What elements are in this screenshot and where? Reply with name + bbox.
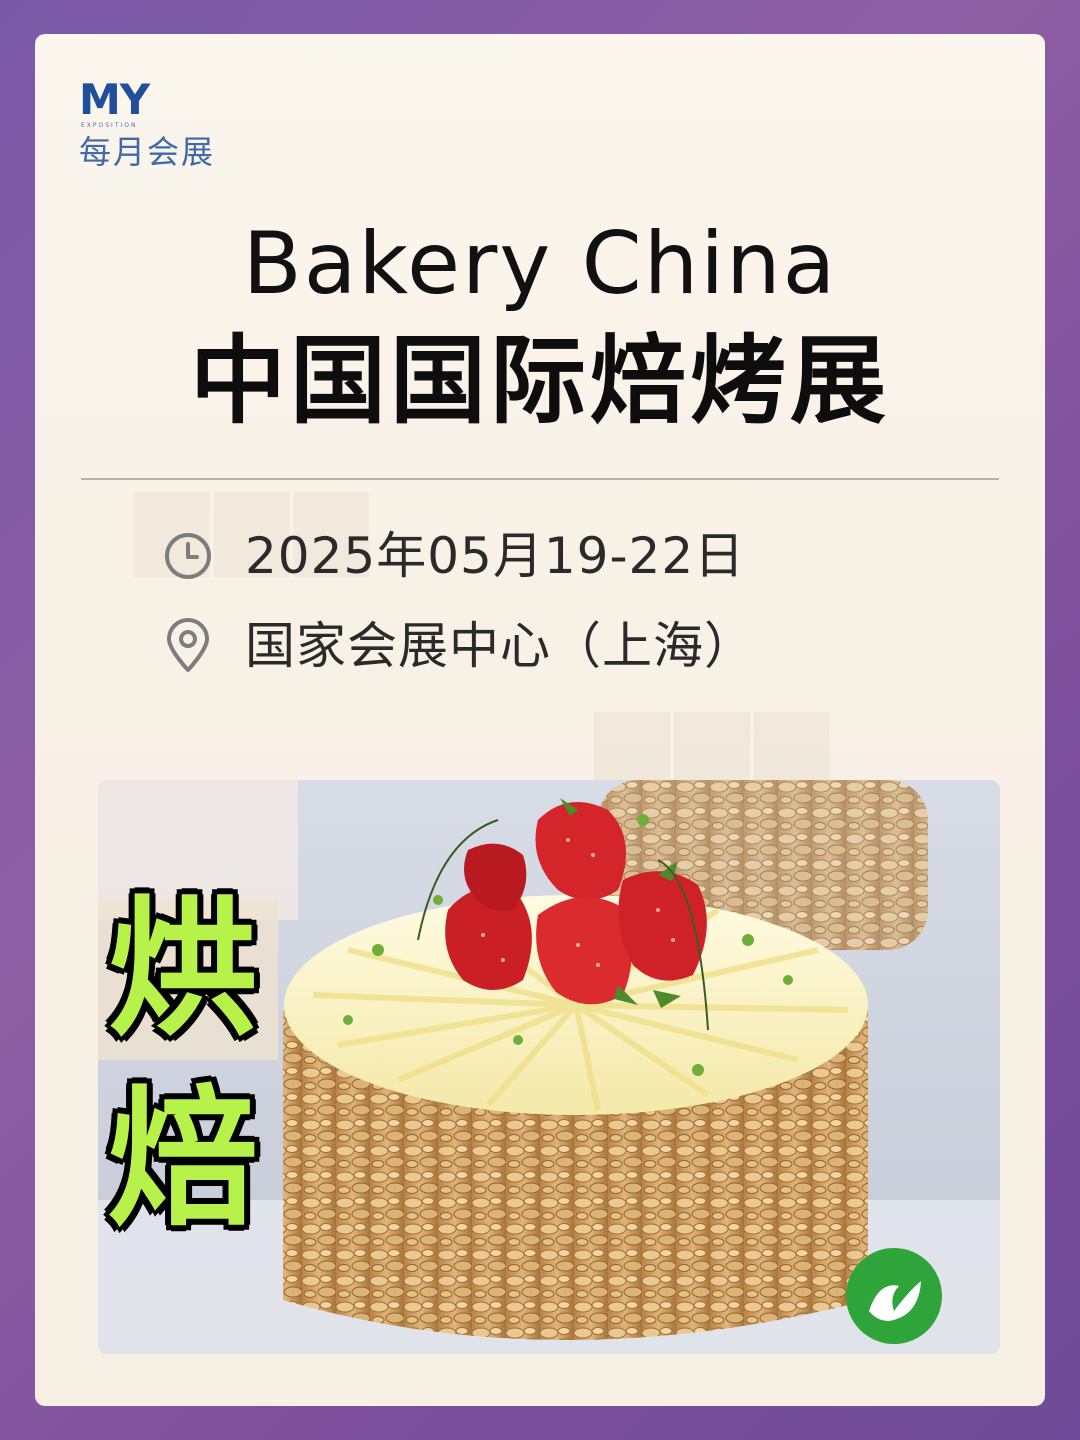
logo-mark: MY [79, 75, 150, 124]
event-date: 2025年05月19-22日 [245, 527, 746, 585]
overlay-char-1: 烘 [108, 883, 259, 1057]
location-pin-icon [161, 618, 215, 673]
overlay-char-2: 焙 [108, 1073, 259, 1247]
leaf-logo-icon [846, 1248, 942, 1344]
logo-subtitle: EXPOSITION [81, 122, 138, 129]
event-title-english: Bakery China [242, 214, 838, 314]
divider [81, 478, 999, 480]
event-venue: 国家会展中心（上海） [245, 617, 755, 675]
clock-icon [161, 529, 215, 583]
poster-card: ▆▆▆ ▆▆▆ MY EXPOSITION 每月会展 Bakery China … [35, 34, 1045, 1406]
event-title-chinese: 中国国际焙烤展 [190, 325, 890, 437]
cake-photo: 烘 焙 [98, 780, 1000, 1354]
venue-row: 国家会展中心（上海） [161, 614, 755, 678]
date-row: 2025年05月19-22日 [161, 524, 745, 588]
logo-chinese-name: 每月会展 [79, 133, 216, 171]
brand-logo-block: MY EXPOSITION 每月会展 [79, 78, 249, 178]
